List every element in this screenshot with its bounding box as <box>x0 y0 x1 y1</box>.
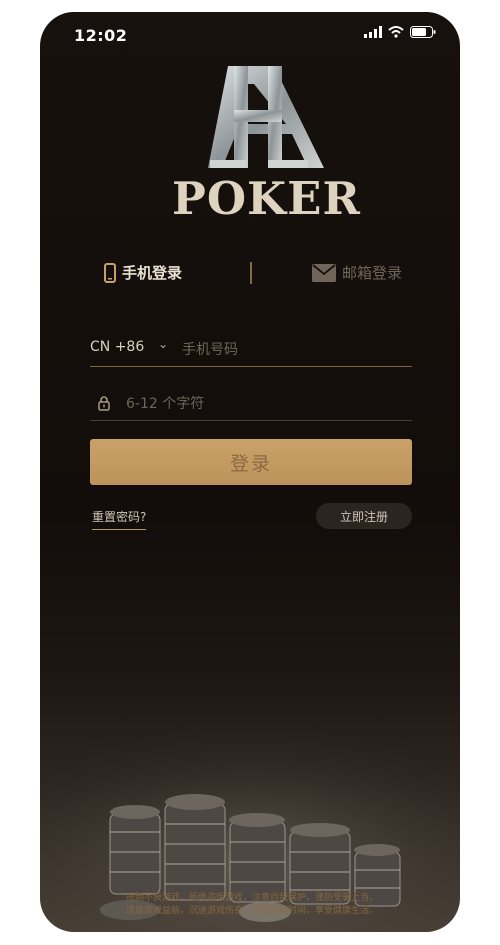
login-button[interactable]: 登录 <box>90 439 412 485</box>
reset-password-link[interactable]: 重置密码? <box>92 508 147 530</box>
status-time: 12:02 <box>74 26 128 45</box>
health-notice-line2: 适度游戏益脑，沉迷游戏伤身，合理安排时间，享受健康生活。 <box>125 906 378 916</box>
wifi-icon <box>388 26 404 38</box>
phone-number-row: CN +86 ⌄ 手机号码 <box>90 334 412 367</box>
tab-phone-login[interactable]: 手机登录 <box>104 262 182 283</box>
health-notice: 抵制不良游戏，拒绝盗版游戏，注意自我保护，谨防受骗上当， 适度游戏益脑，沉迷游戏… <box>74 892 430 918</box>
register-button[interactable]: 立即注册 <box>316 503 412 529</box>
lock-icon <box>98 396 110 411</box>
envelope-icon <box>312 263 336 282</box>
tab-email-login[interactable]: 邮箱登录 <box>312 262 402 283</box>
logo-wordmark: POKER <box>172 172 361 225</box>
chevron-down-icon[interactable]: ⌄ <box>158 337 168 351</box>
password-input[interactable]: 6-12 个字符 <box>126 393 204 413</box>
phone-screen: 12:02 POKER 手机登录 邮箱登录 CN +86 ⌄ 手机号码 6-12… <box>40 12 460 932</box>
cellular-signal-icon <box>364 26 382 38</box>
country-code-select[interactable]: CN +86 <box>90 339 144 355</box>
tab-phone-label: 手机登录 <box>122 264 183 282</box>
phone-number-input[interactable]: 手机号码 <box>182 339 238 359</box>
mobile-phone-icon <box>104 262 116 283</box>
tab-email-label: 邮箱登录 <box>342 264 403 282</box>
status-icons <box>364 26 436 38</box>
status-bar: 12:02 <box>40 12 460 56</box>
tab-divider <box>250 262 252 284</box>
password-row: 6-12 个字符 <box>90 390 412 421</box>
battery-icon <box>410 26 436 38</box>
login-tabs: 手机登录 邮箱登录 <box>40 260 460 290</box>
health-notice-line1: 抵制不良游戏，拒绝盗版游戏，注意自我保护，谨防受骗上当， <box>125 893 378 903</box>
